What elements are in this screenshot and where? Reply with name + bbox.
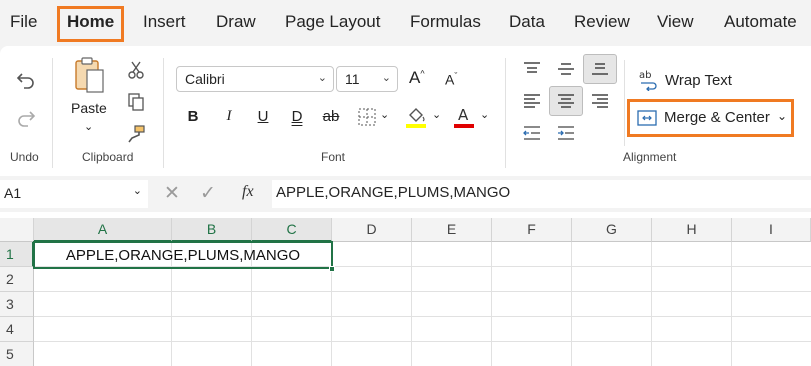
increase-indent-icon[interactable] bbox=[554, 122, 578, 144]
insert-function-button[interactable]: fx bbox=[242, 183, 254, 201]
clipboard-group-label: Clipboard bbox=[82, 150, 134, 164]
row-header-5[interactable]: 5 bbox=[0, 342, 34, 366]
chevron-down-icon: ⌄ bbox=[381, 72, 391, 84]
column-header-d[interactable]: D bbox=[332, 218, 412, 242]
row-header-4[interactable]: 4 bbox=[0, 317, 34, 342]
column-header-e[interactable]: E bbox=[412, 218, 492, 242]
italic-button[interactable]: I bbox=[219, 108, 239, 125]
chevron-down-icon[interactable]: ⌄ bbox=[432, 108, 441, 121]
chevron-down-icon[interactable]: ⌄ bbox=[480, 108, 489, 121]
tab-file[interactable]: File bbox=[10, 12, 37, 32]
borders-icon[interactable] bbox=[355, 106, 379, 128]
tab-view[interactable]: View bbox=[657, 12, 694, 32]
group-divider bbox=[163, 58, 164, 168]
group-divider bbox=[624, 60, 625, 146]
name-box[interactable]: A1 ⌄ bbox=[0, 180, 148, 208]
align-right-icon[interactable] bbox=[588, 90, 612, 112]
strikethrough-button[interactable]: ab bbox=[321, 108, 341, 125]
spreadsheet-grid: A B C D E F G H I 1 2 3 4 5 APPLE,ORANGE… bbox=[0, 212, 811, 366]
group-divider bbox=[505, 58, 506, 168]
column-header-a[interactable]: A bbox=[34, 218, 172, 242]
font-group-label: Font bbox=[321, 150, 346, 164]
column-header-b[interactable]: B bbox=[172, 218, 252, 242]
formula-bar: A1 ⌄ ✕ ✓ fx APPLE,ORANGE,PLUMS,MANGO bbox=[0, 176, 811, 212]
alignment-group-label: Alignment bbox=[623, 150, 677, 164]
name-box-value: A1 bbox=[4, 185, 22, 201]
increase-font-size-icon[interactable]: A^ bbox=[409, 68, 425, 88]
font-size-combo[interactable]: 11 ⌄ bbox=[336, 66, 398, 92]
decrease-font-size-icon[interactable]: Aˇ bbox=[445, 71, 457, 88]
tab-draw[interactable]: Draw bbox=[216, 12, 256, 32]
row-header-3[interactable]: 3 bbox=[0, 292, 34, 317]
formula-actions: ✕ ✓ fx bbox=[150, 180, 270, 208]
select-all-corner[interactable] bbox=[0, 218, 34, 242]
paste-chevron-icon[interactable]: ⌄ bbox=[84, 120, 93, 133]
row-header-1[interactable]: 1 bbox=[0, 242, 34, 267]
column-gridline bbox=[731, 242, 732, 366]
paste-label[interactable]: Paste bbox=[71, 100, 107, 116]
redo-icon[interactable] bbox=[12, 104, 40, 132]
double-underline-button[interactable]: D bbox=[287, 108, 307, 125]
undo-group-label: Undo bbox=[10, 150, 39, 164]
column-header-c[interactable]: C bbox=[252, 218, 332, 242]
align-center-icon[interactable] bbox=[554, 90, 578, 112]
tab-data[interactable]: Data bbox=[509, 12, 545, 32]
middle-align-icon[interactable] bbox=[554, 58, 578, 80]
tab-page-layout[interactable]: Page Layout bbox=[285, 12, 380, 32]
wrap-text-button[interactable]: Wrap Text bbox=[665, 72, 732, 89]
check-icon[interactable]: ✓ bbox=[200, 182, 216, 205]
chevron-down-icon[interactable]: ⌄ bbox=[380, 108, 389, 121]
undo-icon[interactable] bbox=[12, 66, 40, 94]
bold-button[interactable]: B bbox=[183, 108, 203, 125]
svg-text:A: A bbox=[458, 106, 469, 124]
ribbon: Undo Paste ⌄ Clipboard Calibri ⌄ 11 ⌄ A^… bbox=[0, 46, 811, 176]
tab-automate[interactable]: Automate bbox=[724, 12, 797, 32]
tab-insert[interactable]: Insert bbox=[143, 12, 186, 32]
row-gridline bbox=[34, 341, 811, 342]
decrease-indent-icon[interactable] bbox=[520, 122, 544, 144]
tab-formulas[interactable]: Formulas bbox=[410, 12, 481, 32]
font-size-value: 11 bbox=[345, 71, 360, 87]
cut-icon[interactable] bbox=[124, 58, 148, 82]
home-tab-highlight bbox=[57, 6, 124, 42]
column-gridline bbox=[571, 242, 572, 366]
format-painter-icon[interactable] bbox=[124, 122, 148, 146]
fill-color-icon[interactable] bbox=[404, 104, 428, 130]
cancel-icon[interactable]: ✕ bbox=[164, 182, 180, 205]
column-header-i[interactable]: I bbox=[732, 218, 811, 242]
column-header-h[interactable]: H bbox=[652, 218, 732, 242]
chevron-down-icon: ⌄ bbox=[317, 72, 327, 84]
formula-input[interactable]: APPLE,ORANGE,PLUMS,MANGO bbox=[272, 180, 811, 208]
row-header-2[interactable]: 2 bbox=[0, 267, 34, 292]
top-align-icon[interactable] bbox=[520, 58, 544, 80]
column-gridline bbox=[651, 242, 652, 366]
font-name-combo[interactable]: Calibri ⌄ bbox=[176, 66, 334, 92]
paste-icon[interactable] bbox=[70, 54, 110, 98]
cell-a1-merged[interactable]: APPLE,ORANGE,PLUMS,MANGO bbox=[33, 241, 333, 269]
tab-review[interactable]: Review bbox=[574, 12, 630, 32]
underline-button[interactable]: U bbox=[253, 108, 273, 125]
align-left-icon[interactable] bbox=[520, 90, 544, 112]
wrap-text-icon[interactable]: ab bbox=[638, 68, 660, 92]
row-gridline bbox=[34, 291, 811, 292]
copy-icon[interactable] bbox=[124, 90, 148, 114]
group-divider bbox=[52, 58, 53, 168]
column-gridline bbox=[411, 242, 412, 366]
row-gridline bbox=[34, 316, 811, 317]
column-header-g[interactable]: G bbox=[572, 218, 652, 242]
merge-center-highlight bbox=[627, 99, 794, 137]
font-color-icon[interactable]: A bbox=[452, 104, 476, 130]
column-header-f[interactable]: F bbox=[492, 218, 572, 242]
chevron-down-icon[interactable]: ⌄ bbox=[133, 184, 142, 197]
svg-text:ab: ab bbox=[639, 70, 651, 81]
fill-handle[interactable] bbox=[329, 266, 335, 272]
ribbon-tab-bar: File Home Insert Draw Page Layout Formul… bbox=[0, 0, 811, 46]
font-name-value: Calibri bbox=[185, 71, 225, 87]
column-gridline bbox=[491, 242, 492, 366]
bottom-align-icon[interactable] bbox=[588, 58, 612, 80]
